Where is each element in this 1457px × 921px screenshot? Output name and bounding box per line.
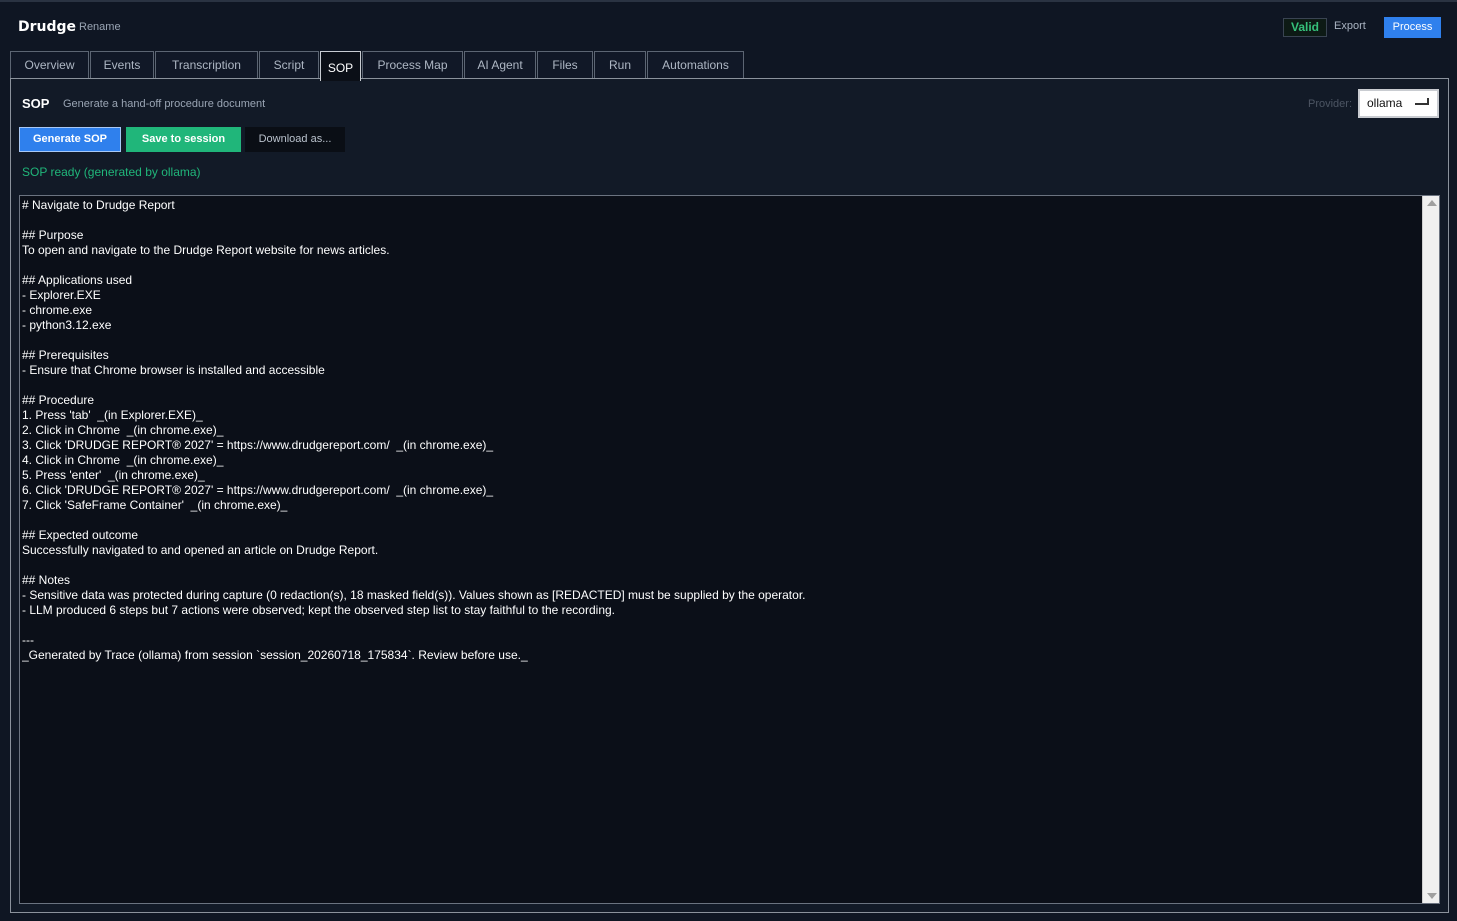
panel-subtitle: Generate a hand-off procedure document bbox=[63, 98, 266, 110]
dropdown-icon bbox=[1415, 98, 1429, 105]
generate-sop-button[interactable]: Generate SOP bbox=[19, 127, 121, 152]
status-text: SOP ready (generated by ollama) bbox=[22, 165, 201, 179]
sop-document-text[interactable]: # Navigate to Drudge Report ## Purpose T… bbox=[22, 198, 1420, 901]
tab-bar: Overview Events Transcription Script SOP… bbox=[10, 51, 745, 81]
provider-label: Provider: bbox=[1308, 98, 1353, 110]
tab-transcription[interactable]: Transcription bbox=[155, 51, 258, 78]
save-to-session-button[interactable]: Save to session bbox=[126, 127, 241, 152]
download-as-button[interactable]: Download as... bbox=[245, 127, 345, 152]
process-button[interactable]: Process bbox=[1384, 17, 1441, 38]
tab-run[interactable]: Run bbox=[594, 51, 646, 78]
tab-process-map[interactable]: Process Map bbox=[362, 51, 463, 78]
export-button[interactable]: Export bbox=[1334, 20, 1366, 32]
app-title: Drudge bbox=[18, 19, 77, 35]
panel-title: SOP bbox=[22, 96, 50, 111]
provider-value: ollama bbox=[1367, 96, 1403, 110]
provider-select[interactable]: ollama bbox=[1358, 89, 1439, 118]
sop-editor[interactable]: # Navigate to Drudge Report ## Purpose T… bbox=[19, 195, 1440, 904]
scroll-up-arrow-icon[interactable] bbox=[1427, 200, 1437, 206]
rename-link[interactable]: Rename bbox=[79, 21, 121, 33]
top-bar: Drudge Rename Valid Export Process bbox=[0, 0, 1457, 50]
tab-events[interactable]: Events bbox=[90, 51, 154, 78]
tab-automations[interactable]: Automations bbox=[647, 51, 744, 78]
tab-script[interactable]: Script bbox=[259, 51, 319, 78]
tab-ai-agent[interactable]: AI Agent bbox=[464, 51, 536, 78]
tab-sop[interactable]: SOP bbox=[320, 51, 361, 81]
valid-badge: Valid bbox=[1283, 18, 1327, 37]
tab-overview[interactable]: Overview bbox=[10, 51, 89, 78]
vertical-scrollbar[interactable] bbox=[1422, 196, 1439, 903]
tab-files[interactable]: Files bbox=[537, 51, 593, 78]
sop-panel: SOP Generate a hand-off procedure docume… bbox=[10, 78, 1449, 913]
scroll-down-arrow-icon[interactable] bbox=[1427, 893, 1437, 899]
